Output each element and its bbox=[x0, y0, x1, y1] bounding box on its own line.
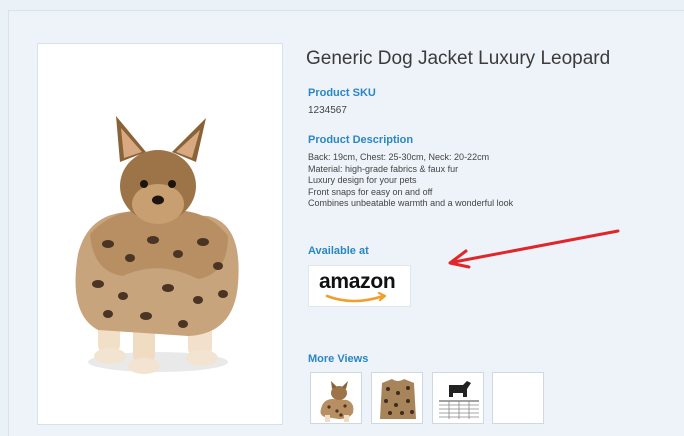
dog-photo bbox=[75, 116, 239, 374]
description-label: Product Description bbox=[308, 134, 414, 146]
sku-value: 1234567 bbox=[308, 105, 347, 116]
description-line: Luxury design for your pets bbox=[308, 175, 417, 186]
size-chart-icon bbox=[439, 381, 479, 419]
description-line: Front snaps for easy on and off bbox=[308, 186, 433, 197]
main-product-image[interactable] bbox=[37, 43, 283, 425]
red-arrow-annotation bbox=[448, 229, 620, 269]
amazon-buy-link[interactable]: amazon bbox=[308, 265, 411, 307]
dog-thumbnail-icon bbox=[320, 381, 354, 422]
description-line: Combines unbeatable warmth and a wonderf… bbox=[308, 198, 514, 209]
description-line: Back: 19cm, Chest: 25-30cm, Neck: 20-22c… bbox=[308, 152, 490, 162]
available-at-label: Available at bbox=[308, 245, 369, 257]
description-text: Back: 19cm, Chest: 25-30cm, Neck: 20-22c… bbox=[308, 152, 513, 210]
thumb-size-chart[interactable] bbox=[432, 372, 484, 424]
thumb-jacket-fabric[interactable] bbox=[371, 372, 423, 424]
more-views-label: More Views bbox=[308, 353, 369, 365]
amazon-smile-icon bbox=[325, 291, 387, 303]
description-line: Material: high-grade fabrics & faux fur bbox=[308, 163, 459, 174]
thumb-empty[interactable] bbox=[492, 372, 544, 424]
jacket-thumbnail-icon bbox=[380, 379, 416, 419]
product-title: Generic Dog Jacket Luxury Leopard bbox=[306, 48, 611, 69]
thumb-dog-in-jacket[interactable] bbox=[310, 372, 362, 424]
sku-label: Product SKU bbox=[308, 87, 376, 99]
